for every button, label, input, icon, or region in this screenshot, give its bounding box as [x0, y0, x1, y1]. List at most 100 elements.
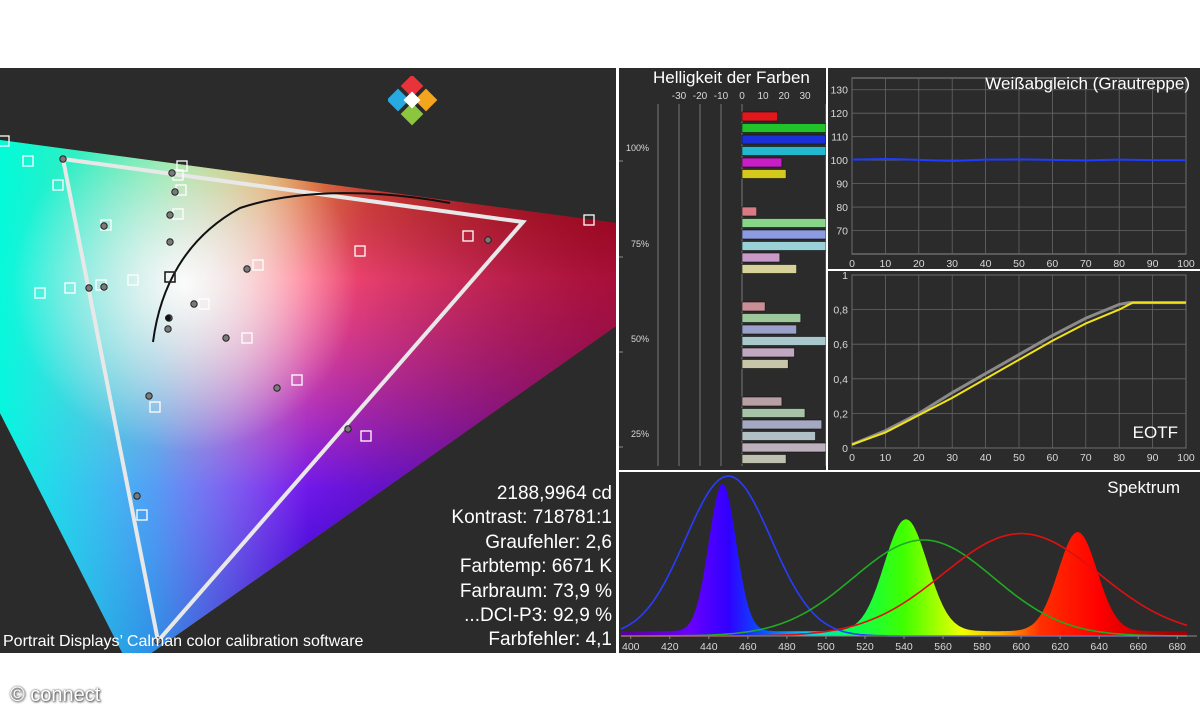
- white-balance-title: Weißabgleich (Grautreppe): [985, 74, 1190, 93]
- x-tick-label: 70: [1080, 452, 1092, 464]
- measured-point: [168, 169, 176, 177]
- calman-logo-icon: [388, 76, 438, 126]
- brightness-x-tick: -10: [714, 91, 729, 102]
- x-tick-label: 600: [1012, 641, 1030, 653]
- x-tick-label: 580: [973, 641, 991, 653]
- measured-point: [190, 300, 198, 308]
- measured-point: [273, 384, 281, 392]
- brightness-bar: [741, 146, 826, 156]
- x-tick-label: 680: [1168, 641, 1186, 653]
- measurement-stats: 2188,9964 cd Kontrast: 718781:1 Graufehl…: [451, 482, 612, 653]
- brightness-bar: [741, 396, 783, 407]
- stat-dci-p3: ...DCI-P3: 92,9 %: [464, 605, 612, 627]
- brightness-x-tick: -30: [672, 91, 687, 102]
- brightness-bar: [741, 206, 757, 217]
- y-tick-label: 0,8: [833, 305, 848, 317]
- brightness-bar: [741, 123, 826, 133]
- x-tick-label: 30: [946, 258, 958, 269]
- brightness-bar: [741, 111, 779, 122]
- x-tick-label: 20: [913, 452, 925, 464]
- white-balance-chart: 0 10 20 30 40 50 60 70 80 90 100 70 80 90 100 110 120 130: [830, 77, 1195, 269]
- brightness-bar: [741, 336, 826, 346]
- stat-gray-error: Graufehler: 2,6: [485, 531, 612, 553]
- brightness-bar: [741, 324, 797, 335]
- color-brightness-panel: Helligkeit der Farben -30 -20 -10 0 10 20 30 10…: [619, 68, 826, 470]
- brightness-bar: [741, 301, 766, 312]
- x-tick-label: 0: [849, 258, 855, 269]
- measured-point: [133, 492, 141, 500]
- measured-point: [166, 211, 174, 219]
- y-tick-label: 100: [830, 155, 848, 167]
- x-tick-label: 400: [622, 641, 640, 653]
- y-tick-label: 70: [836, 226, 848, 238]
- x-tick-label: 80: [1113, 452, 1125, 464]
- x-tick-label: 440: [700, 641, 718, 653]
- measured-point: [222, 334, 230, 342]
- x-tick-label: 40: [980, 258, 992, 269]
- brightness-group-label: 50%: [631, 334, 649, 344]
- x-tick-label: 60: [1047, 452, 1059, 464]
- measured-point: [166, 238, 174, 246]
- x-tick-label: 90: [1147, 258, 1159, 269]
- x-tick-label: 0: [849, 452, 855, 464]
- measured-point: [100, 283, 108, 291]
- color-brightness-chart: -30 -20 -10 0 10 20 30 100% 75% 50% 25%: [619, 91, 826, 466]
- x-tick-label: 620: [1051, 641, 1069, 653]
- x-tick-label: 10: [880, 258, 892, 269]
- brightness-bar: [741, 252, 781, 263]
- y-tick-label: 130: [830, 85, 848, 97]
- white-point-measured: [165, 315, 171, 321]
- brightness-x-tick: 20: [778, 91, 790, 102]
- spectrum-chart: 400 420 440 460 480 500 520 540 560 580 600 620 640 6…: [620, 475, 1197, 653]
- x-tick-label: 460: [739, 641, 757, 653]
- brightness-x-tick: 30: [799, 91, 811, 102]
- stat-contrast: Kontrast: 718781:1: [451, 507, 612, 529]
- brightness-x-tick: 0: [739, 91, 745, 102]
- measured-point: [59, 155, 67, 163]
- x-tick-label: 500: [817, 641, 835, 653]
- measured-point: [145, 392, 153, 400]
- x-tick-label: 520: [856, 641, 874, 653]
- eotf-panel: 0 10 20 30 40 50 60 70 80 90 100 0 0,2 0,4 0,6 0,8 1 EOT…: [828, 271, 1200, 470]
- x-tick-label: 560: [934, 641, 952, 653]
- x-tick-label: 90: [1147, 452, 1159, 464]
- x-tick-label: 100: [1177, 258, 1195, 269]
- white-balance-panel: 0 10 20 30 40 50 60 70 80 90 100 70 80 90 100 110 120 130…: [828, 68, 1200, 269]
- y-tick-label: 120: [830, 108, 848, 120]
- x-tick-label: 30: [946, 452, 958, 464]
- x-tick-label: 420: [661, 641, 679, 653]
- brightness-bar: [741, 264, 797, 274]
- brightness-x-tick: -20: [693, 91, 708, 102]
- spectrum-title: Spektrum: [1107, 478, 1180, 497]
- x-tick-label: 40: [980, 452, 992, 464]
- measured-point: [484, 236, 492, 244]
- y-tick-label: 1: [842, 271, 848, 282]
- y-tick-label: 90: [836, 179, 848, 191]
- eotf-title: EOTF: [1132, 423, 1178, 442]
- brightness-bar: [741, 419, 823, 430]
- cie-diagram-panel: calman 2188,9964 cd Kontrast: 718781:1 G…: [0, 68, 616, 653]
- x-tick-label: 10: [880, 452, 892, 464]
- y-tick-label: 0,4: [833, 374, 848, 386]
- brightness-bar: [741, 359, 789, 369]
- brightness-bar: [741, 442, 826, 453]
- measured-point: [243, 265, 251, 273]
- y-tick-label: 0,6: [833, 339, 848, 351]
- stat-color-space: Farbraum: 73,9 %: [459, 580, 612, 602]
- stat-color-error: Farbfehler: 4,1: [488, 629, 612, 651]
- brightness-bar: [741, 347, 795, 358]
- x-tick-label: 50: [1013, 452, 1025, 464]
- brightness-bar: [741, 454, 787, 464]
- brightness-group-label: 75%: [631, 239, 649, 249]
- x-tick-label: 60: [1047, 258, 1059, 269]
- y-tick-label: 0: [842, 443, 848, 455]
- x-tick-label: 660: [1129, 641, 1147, 653]
- x-tick-label: 70: [1080, 258, 1092, 269]
- software-caption: Portrait Displays’ Calman color calibrat…: [3, 633, 364, 650]
- brightness-bar: [741, 218, 826, 228]
- spectrum-panel: 400 420 440 460 480 500 520 540 560 580 600 620 640 6…: [619, 472, 1200, 653]
- brightness-bar: [741, 169, 787, 179]
- brightness-bar: [741, 431, 816, 441]
- y-tick-label: 110: [831, 132, 848, 144]
- measured-point: [171, 188, 179, 196]
